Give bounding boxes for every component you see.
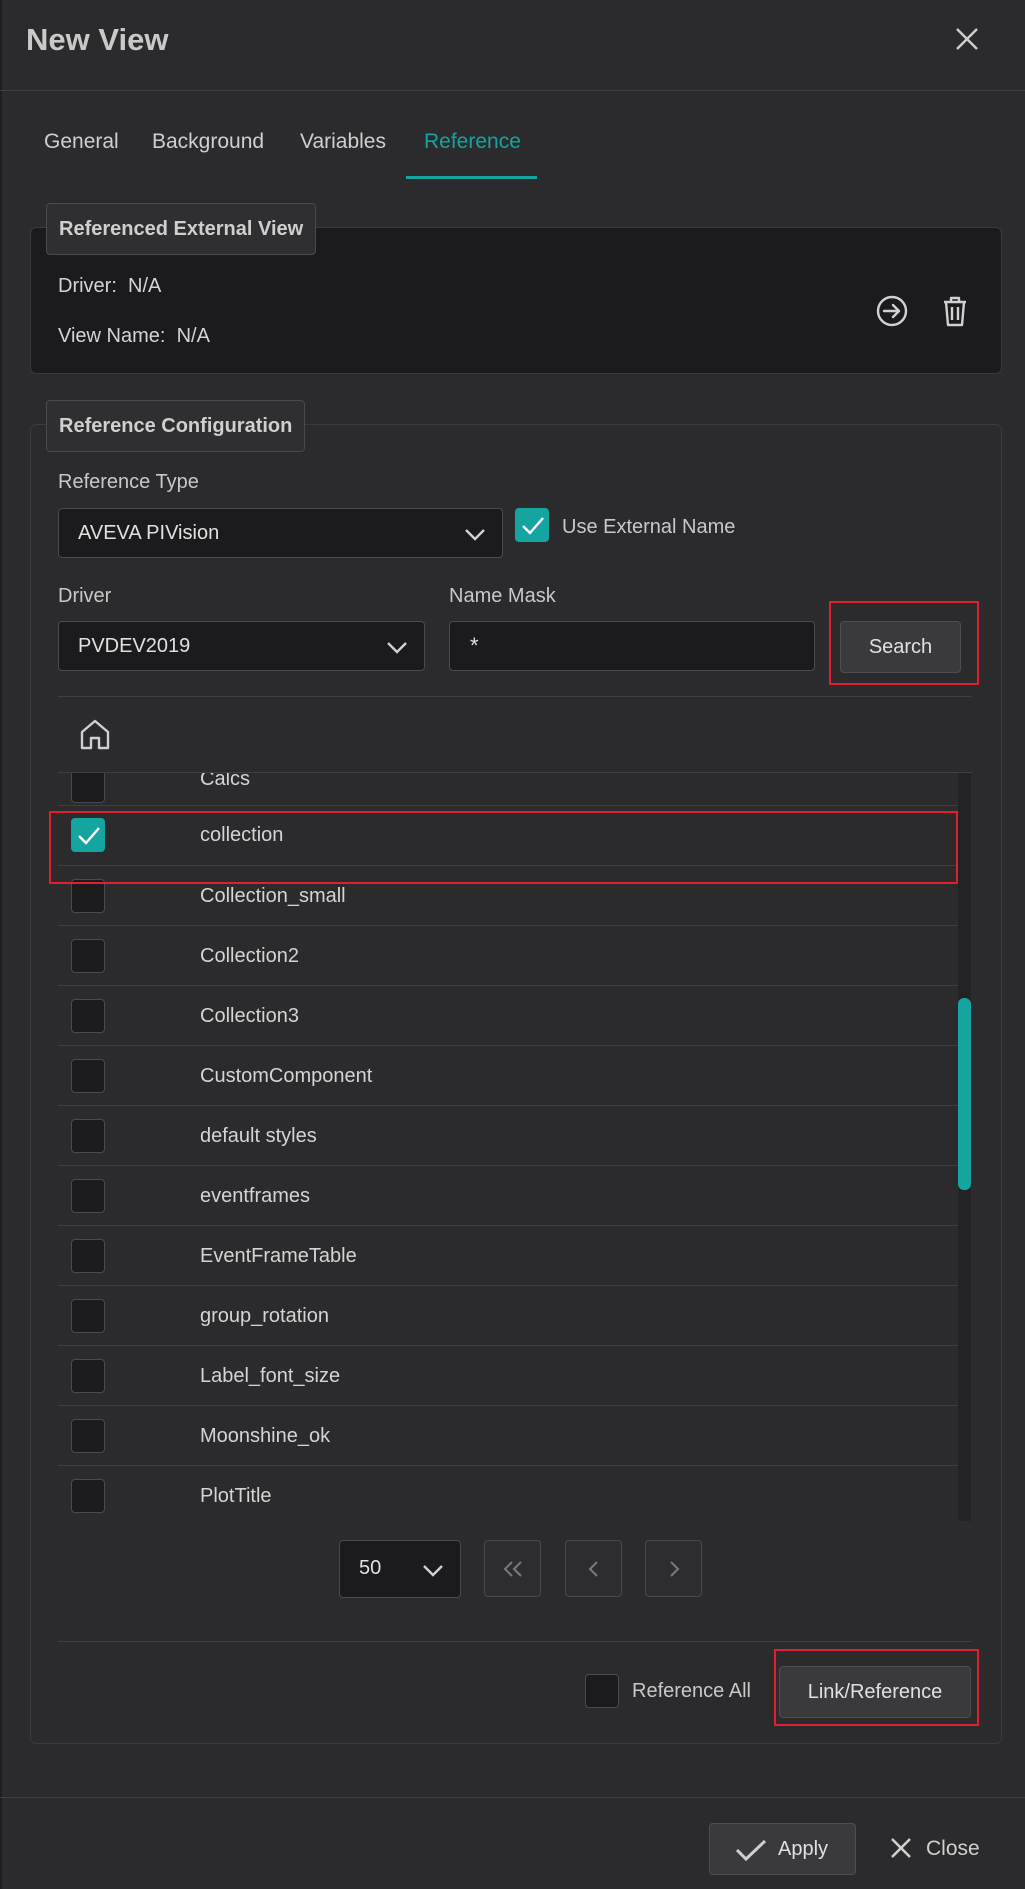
- reference-configuration-legend: Reference Configuration: [46, 400, 306, 452]
- list-item-name: Moonshine_ok: [200, 1425, 331, 1447]
- list-item-checkbox[interactable]: [71, 1119, 105, 1153]
- driver-label: Driver:: [58, 275, 117, 297]
- list-item[interactable]: Label_font_size: [58, 1346, 958, 1406]
- list-item-checkbox[interactable]: [71, 1179, 105, 1213]
- link-reference-button[interactable]: Link/Reference: [779, 1666, 971, 1718]
- actions-divider: [58, 1641, 972, 1642]
- reference-all-label: Reference All: [632, 1680, 751, 1702]
- dialog-title: New View: [26, 22, 169, 57]
- list-item-checkbox[interactable]: [71, 818, 105, 852]
- view-name-row: View Name: N/A: [58, 325, 210, 348]
- reference-type-label: Reference Type: [58, 471, 199, 493]
- view-name-label: View Name:: [58, 325, 166, 347]
- tab-background[interactable]: Background: [152, 130, 264, 154]
- close-icon: [891, 1838, 911, 1858]
- list-item-checkbox[interactable]: [71, 1299, 105, 1333]
- navigate-icon[interactable]: [874, 293, 910, 329]
- chevron-down-icon: [423, 1565, 443, 1577]
- list-item[interactable]: Collection_small: [58, 866, 958, 926]
- close-label: Close: [926, 1837, 980, 1860]
- header-divider: [0, 90, 1025, 91]
- name-mask-input-box[interactable]: [449, 621, 815, 671]
- list-item-name: collection: [200, 824, 284, 846]
- list-top-divider: [58, 696, 972, 697]
- driver-row: Driver: N/A: [58, 275, 161, 298]
- active-tab-indicator: [406, 176, 537, 179]
- prev-page-icon: [588, 1561, 598, 1577]
- list-item[interactable]: Moonshine_ok: [58, 1406, 958, 1466]
- view-list: Calcs collection Collection_small Collec…: [58, 773, 958, 1521]
- list-scrollbar-thumb[interactable]: [958, 998, 971, 1190]
- chevron-down-icon: [387, 642, 407, 654]
- list-item[interactable]: PlotTitle: [58, 1466, 958, 1521]
- apply-label: Apply: [778, 1838, 829, 1860]
- list-item-checkbox[interactable]: [71, 999, 105, 1033]
- new-view-dialog: New View General Background Variables Re…: [0, 0, 1025, 1889]
- list-item-name: default styles: [200, 1125, 317, 1147]
- list-item-name: CustomComponent: [200, 1065, 373, 1087]
- home-icon[interactable]: [78, 717, 112, 751]
- close-icon[interactable]: [952, 24, 982, 54]
- list-item[interactable]: EventFrameTable: [58, 1226, 958, 1286]
- reference-type-value: AVEVA PIVision: [78, 522, 220, 544]
- list-item-checkbox[interactable]: [71, 1359, 105, 1393]
- first-page-icon: [503, 1561, 522, 1577]
- check-icon: [735, 1839, 767, 1862]
- tab-general[interactable]: General: [44, 130, 119, 154]
- list-item[interactable]: group_rotation: [58, 1286, 958, 1346]
- view-name-value: N/A: [176, 325, 210, 347]
- driver-select-label: Driver: [58, 585, 112, 607]
- list-item-name: Collection2: [200, 945, 299, 967]
- use-external-name-label: Use External Name: [562, 516, 736, 538]
- name-mask-label: Name Mask: [449, 585, 556, 607]
- trash-icon[interactable]: [937, 293, 973, 329]
- list-item[interactable]: default styles: [58, 1106, 958, 1166]
- dialog-left-border: [0, 0, 2, 1889]
- list-item-name: Label_font_size: [200, 1365, 341, 1387]
- list-item[interactable]: collection: [58, 806, 958, 866]
- list-item-checkbox[interactable]: [71, 939, 105, 973]
- list-item-name: PlotTitle: [200, 1485, 272, 1507]
- list-item-checkbox[interactable]: [71, 1059, 105, 1093]
- driver-select-value: PVDEV2019: [78, 635, 191, 657]
- list-item-checkbox[interactable]: [71, 879, 105, 913]
- page-size-select[interactable]: 50: [339, 1540, 461, 1598]
- chevron-down-icon: [465, 529, 485, 541]
- tab-variables[interactable]: Variables: [300, 130, 386, 154]
- list-item-checkbox[interactable]: [71, 1419, 105, 1453]
- first-page-button[interactable]: [484, 1540, 541, 1597]
- next-page-icon: [670, 1561, 680, 1577]
- page-size-value: 50: [359, 1557, 382, 1579]
- list-item-checkbox[interactable]: [71, 1479, 105, 1513]
- tab-reference[interactable]: Reference: [424, 130, 521, 154]
- close-button[interactable]: Close: [889, 1837, 980, 1861]
- list-item[interactable]: Calcs: [58, 773, 958, 806]
- list-item-name: group_rotation: [200, 1305, 329, 1327]
- search-button[interactable]: Search: [840, 621, 961, 673]
- driver-value: N/A: [128, 275, 162, 297]
- list-item-name: Collection_small: [200, 885, 346, 907]
- list-item[interactable]: CustomComponent: [58, 1046, 958, 1106]
- list-item[interactable]: eventframes: [58, 1166, 958, 1226]
- reference-all-checkbox[interactable]: [585, 1674, 619, 1708]
- checkmark-icon: [522, 517, 544, 535]
- list-item-checkbox[interactable]: [71, 1239, 105, 1273]
- reference-type-select[interactable]: AVEVA PIVision: [58, 508, 503, 558]
- prev-page-button[interactable]: [565, 1540, 622, 1597]
- apply-button[interactable]: Apply: [709, 1823, 856, 1875]
- next-page-button[interactable]: [645, 1540, 702, 1597]
- footer-divider: [0, 1797, 1025, 1798]
- driver-select[interactable]: PVDEV2019: [58, 621, 425, 671]
- use-external-name-checkbox[interactable]: [515, 508, 549, 542]
- list-item-checkbox[interactable]: [71, 773, 105, 803]
- list-item-name: Collection3: [200, 1005, 299, 1027]
- list-item[interactable]: Collection2: [58, 926, 958, 986]
- checkmark-icon: [78, 827, 100, 845]
- referenced-external-view-legend: Referenced External View: [46, 203, 317, 255]
- list-item-name: eventframes: [200, 1185, 311, 1207]
- name-mask-input[interactable]: [450, 622, 814, 670]
- list-item-name: EventFrameTable: [200, 1245, 357, 1267]
- list-item-name: Calcs: [200, 773, 251, 790]
- list-item[interactable]: Collection3: [58, 986, 958, 1046]
